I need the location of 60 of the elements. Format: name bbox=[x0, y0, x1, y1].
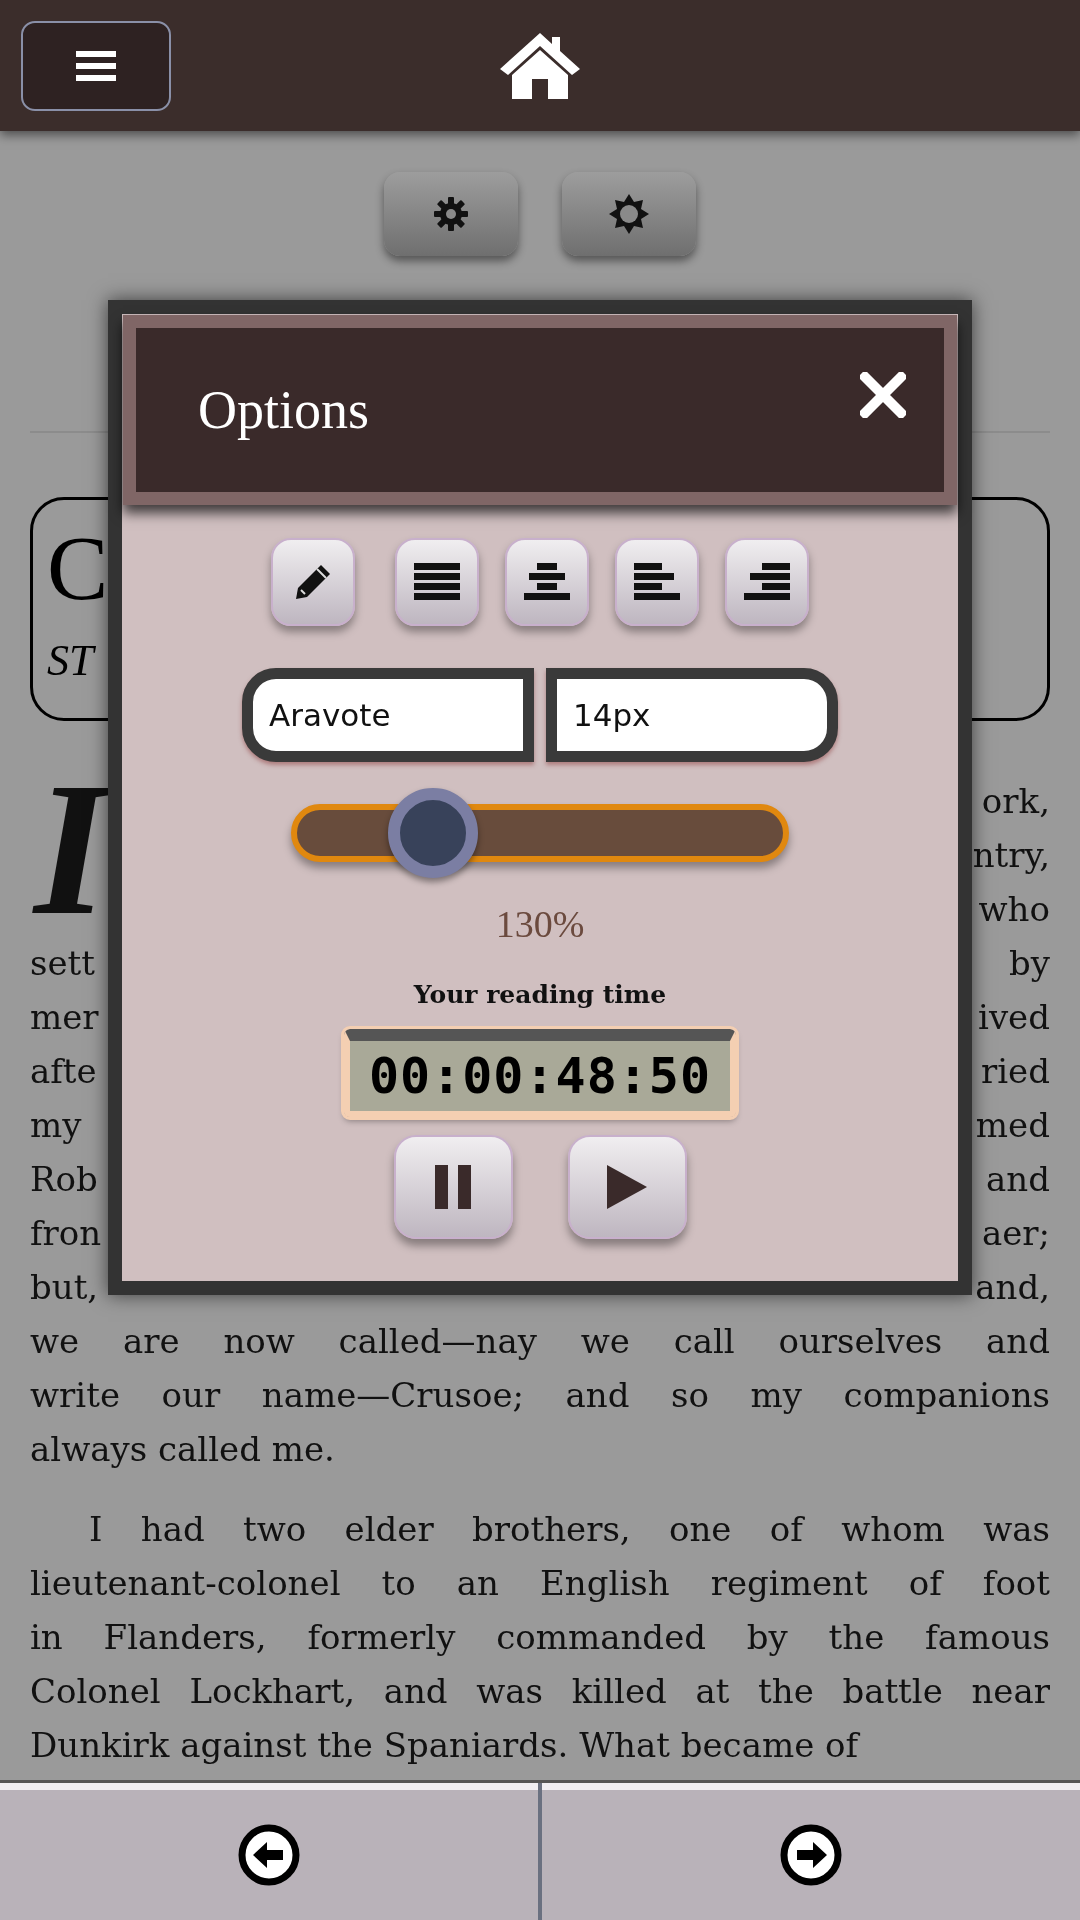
text-fragment: mer bbox=[30, 996, 99, 1039]
sun-icon bbox=[608, 193, 650, 235]
timer-label: Your reading time bbox=[413, 980, 667, 1009]
align-right-icon bbox=[744, 563, 790, 601]
edit-button[interactable] bbox=[271, 538, 355, 626]
slider-thumb[interactable] bbox=[388, 788, 479, 878]
align-left-icon bbox=[634, 563, 680, 601]
zoom-value: 130% bbox=[495, 902, 585, 946]
font-size-field[interactable]: 14px bbox=[546, 668, 838, 762]
justify-button[interactable] bbox=[395, 538, 479, 626]
text-fragment: sett bbox=[30, 942, 95, 985]
previous-page-button[interactable] bbox=[0, 1783, 538, 1920]
text-line: Colonel Lockhart, and was killed at the battle near bbox=[30, 1670, 1050, 1713]
text-fragment: ived bbox=[978, 996, 1050, 1039]
menu-button[interactable] bbox=[21, 21, 171, 111]
align-right-button[interactable] bbox=[725, 538, 809, 626]
align-center-icon bbox=[524, 563, 570, 601]
justify-icon bbox=[414, 563, 460, 601]
text-fragment: ried bbox=[981, 1050, 1050, 1093]
zoom-slider[interactable] bbox=[291, 788, 789, 878]
home-icon[interactable] bbox=[498, 30, 582, 101]
text-fragment: and, bbox=[975, 1266, 1050, 1309]
text-fragment: but, bbox=[30, 1266, 99, 1309]
text-line: in Flanders, formerly commanded by the famous bbox=[30, 1616, 1050, 1659]
menu-icon bbox=[76, 51, 116, 81]
dialog-title: Options bbox=[198, 379, 370, 441]
text-fragment: fron bbox=[30, 1212, 102, 1255]
text-fragment: Rob bbox=[30, 1158, 98, 1201]
next-page-button[interactable] bbox=[542, 1783, 1080, 1920]
pause-icon bbox=[435, 1165, 471, 1209]
text-fragment: by bbox=[1009, 942, 1050, 985]
close-icon[interactable] bbox=[860, 372, 906, 418]
title-fragment: C bbox=[47, 522, 109, 614]
text-fragment: who bbox=[978, 888, 1050, 931]
text-line: Dunkirk against the Spaniards. What became of bbox=[30, 1724, 861, 1767]
subtitle-fragment: ST bbox=[47, 635, 94, 686]
text-fragment: and bbox=[986, 1158, 1050, 1201]
text-fragment: med bbox=[975, 1104, 1050, 1147]
text-fragment: afte bbox=[30, 1050, 97, 1093]
align-center-button[interactable] bbox=[505, 538, 589, 626]
align-left-button[interactable] bbox=[615, 538, 699, 626]
drop-cap: I bbox=[34, 774, 108, 934]
brightness-button[interactable] bbox=[562, 172, 696, 256]
text-fragment: ork, bbox=[981, 780, 1050, 823]
text-line: I had two elder brothers, one of whom was bbox=[88, 1508, 1050, 1551]
text-fragment: aer; bbox=[981, 1212, 1050, 1255]
pause-button[interactable] bbox=[393, 1135, 513, 1239]
gear-icon bbox=[433, 196, 469, 232]
text-fragment: my bbox=[30, 1104, 82, 1147]
timer-display: 00:00:48:50 bbox=[344, 1029, 736, 1117]
text-line: we are now called—nay we call ourselves and bbox=[30, 1320, 1050, 1363]
text-line: write our name—Crusoe; and so my companions bbox=[30, 1374, 1050, 1417]
settings-button[interactable] bbox=[384, 172, 518, 256]
play-icon bbox=[607, 1165, 647, 1209]
text-fragment: ntry, bbox=[972, 834, 1050, 877]
text-line: lieutenant-colonel to an English regiment of foot bbox=[30, 1562, 1050, 1605]
font-family-field[interactable]: Aravote bbox=[242, 668, 534, 762]
play-button[interactable] bbox=[567, 1135, 687, 1239]
pencil-icon bbox=[293, 562, 333, 602]
text-line: always called me. bbox=[30, 1428, 336, 1471]
